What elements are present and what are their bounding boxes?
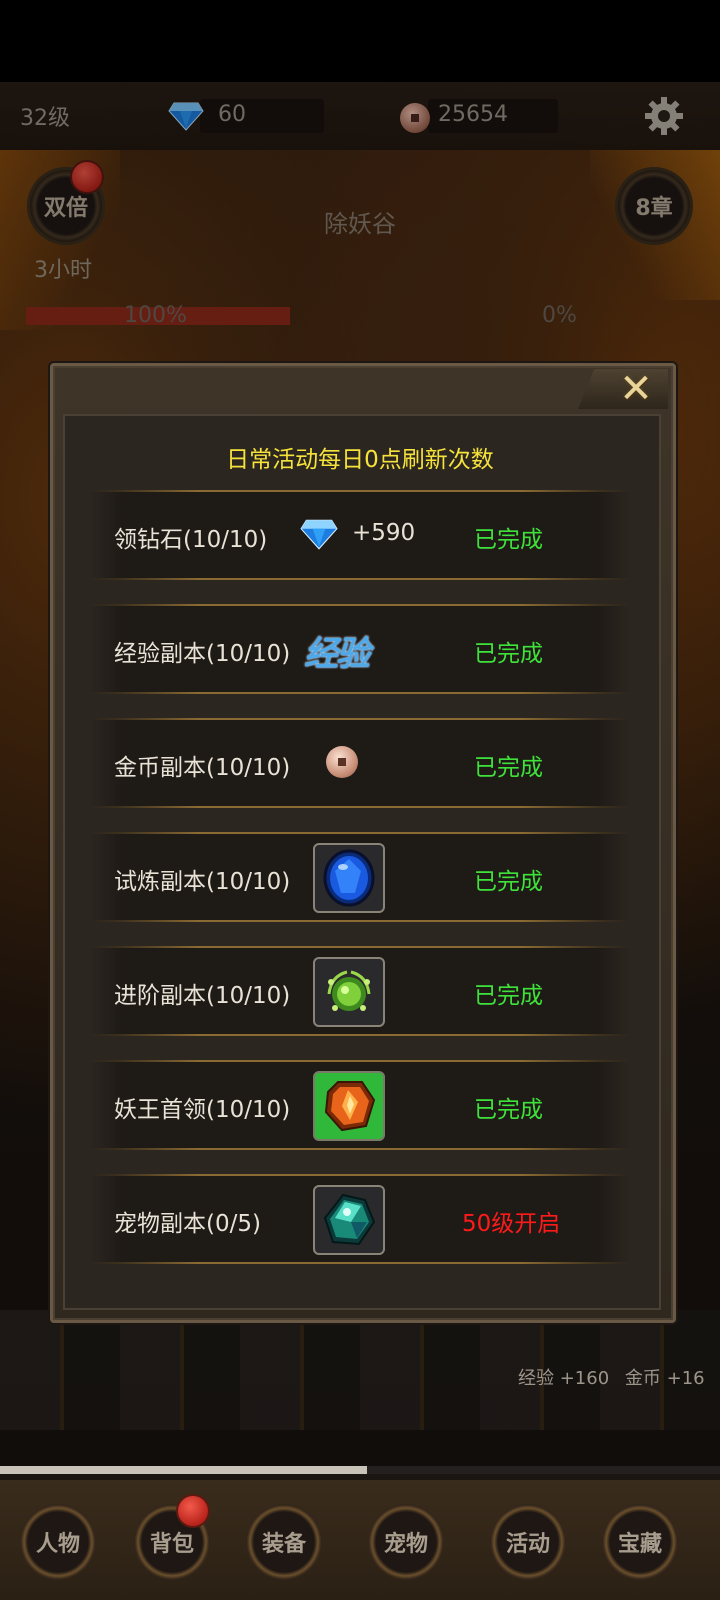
row-label: 金币副本(10/10) — [114, 755, 291, 781]
activity-row-coins[interactable]: 金币副本(10/10) 已完成 — [90, 718, 630, 808]
row-status: 已完成 — [474, 527, 543, 553]
gold-gain: 金币 +16 — [624, 1368, 705, 1389]
coin-icon — [326, 746, 358, 778]
row-label: 宠物副本(0/5) — [114, 1211, 261, 1237]
battle-reward-line: 经验 +160 金币 +16 — [518, 1364, 705, 1390]
orange-crystal-icon — [324, 1081, 376, 1132]
diamond-icon — [300, 519, 338, 550]
blue-gem-icon — [323, 849, 375, 907]
activity-row-pet[interactable]: 宠物副本(0/5) 50级开启 — [90, 1174, 630, 1264]
notification-dot — [176, 1494, 210, 1528]
nav-activity[interactable]: 活动 — [490, 1504, 566, 1580]
row-status: 已完成 — [474, 983, 543, 1009]
teal-crystal-icon — [323, 1193, 376, 1246]
dialog-heading: 日常活动每日0点刷新次数 — [226, 447, 494, 473]
item-slot[interactable] — [313, 1185, 385, 1255]
exp-icon: 经验 — [304, 634, 370, 674]
activity-row-diamonds[interactable]: 领钻石(10/10) +590 已完成 — [90, 490, 630, 580]
row-label: 领钻石(10/10) — [114, 527, 268, 553]
reward-amount: +590 — [352, 520, 416, 546]
row-label: 进阶副本(10/10) — [114, 983, 291, 1009]
row-label: 试炼副本(10/10) — [114, 869, 291, 895]
row-label: 经验副本(10/10) — [114, 641, 291, 667]
status-strip — [0, 0, 720, 82]
row-status: 已完成 — [474, 641, 543, 667]
xp-bar-fill — [0, 1466, 368, 1474]
activity-row-advance[interactable]: 进阶副本(10/10) 已完成 — [90, 946, 630, 1036]
nav-pet[interactable]: 宠物 — [368, 1504, 444, 1580]
activity-row-exp[interactable]: 经验副本(10/10) 经验 已完成 — [90, 604, 630, 694]
exp-gain: 经验 +160 — [518, 1368, 610, 1389]
item-slot[interactable] — [313, 1071, 385, 1141]
item-slot[interactable] — [313, 957, 385, 1027]
row-status: 已完成 — [474, 1097, 543, 1123]
item-slot[interactable] — [313, 843, 385, 913]
nav-equipment[interactable]: 装备 — [246, 1504, 322, 1580]
nav-treasure[interactable]: 宝藏 — [602, 1504, 678, 1580]
row-label: 妖王首领(10/10) — [114, 1097, 291, 1123]
green-orb-icon — [327, 970, 371, 1011]
row-status: 已完成 — [474, 755, 543, 781]
row-status: 已完成 — [474, 869, 543, 895]
close-icon: ✕ — [619, 366, 653, 412]
activity-row-boss[interactable]: 妖王首领(10/10) 已完成 — [90, 1060, 630, 1150]
row-status: 50级开启 — [462, 1211, 561, 1237]
nav-character[interactable]: 人物 — [20, 1504, 96, 1580]
activity-row-trial[interactable]: 试炼副本(10/10) 已完成 — [90, 832, 630, 922]
